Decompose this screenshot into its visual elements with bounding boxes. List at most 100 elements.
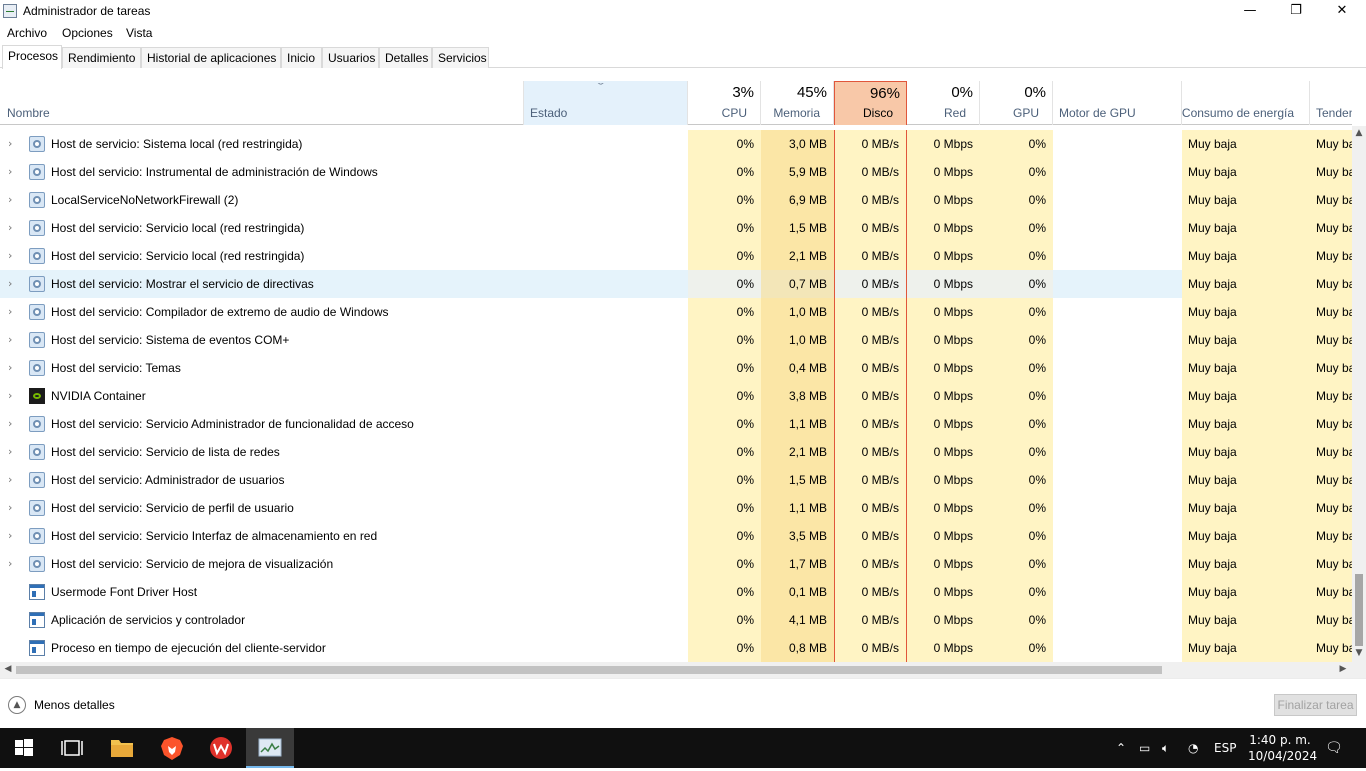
start-button[interactable] [0, 728, 48, 768]
battery-icon[interactable]: ▭ [1139, 728, 1150, 768]
cell-gpu: 0% [980, 382, 1053, 410]
process-name: Host del servicio: Servicio Administrado… [51, 417, 414, 431]
scroll-down-icon[interactable]: ▼ [1352, 648, 1366, 658]
taskbar-brave[interactable] [148, 728, 196, 768]
table-row[interactable]: Usermode Font Driver Host 0% 0,1 MB 0 MB/s 0… [0, 578, 1352, 606]
table-row[interactable]: › Host del servicio: Sistema de eventos C… [0, 326, 1352, 354]
gear-icon [29, 556, 45, 572]
cell-memory: 4,1 MB [761, 606, 834, 634]
input-language[interactable]: ESP [1214, 728, 1236, 768]
expand-chevron-icon[interactable]: › [8, 354, 12, 382]
expand-chevron-icon[interactable]: › [8, 550, 12, 578]
cell-gpu: 0% [980, 550, 1053, 578]
horizontal-scrollbar[interactable]: ◀ ▶ [0, 662, 1366, 678]
menu-opciones[interactable]: Opciones [62, 26, 113, 40]
expand-chevron-icon[interactable]: › [8, 326, 12, 354]
process-name: Host del servicio: Sistema de eventos CO… [51, 333, 290, 347]
header-power-trend[interactable]: Tendenci [1310, 81, 1352, 125]
header-name[interactable]: Nombre [0, 81, 524, 125]
cell-cpu: 0% [688, 298, 761, 326]
expand-chevron-icon[interactable]: › [8, 382, 12, 410]
expand-chevron-icon[interactable]: › [8, 466, 12, 494]
table-row[interactable]: Proceso en tiempo de ejecución del clien… [0, 634, 1352, 662]
expand-chevron-icon[interactable]: › [8, 130, 12, 158]
header-disk[interactable]: 96% Disco [834, 81, 907, 125]
taskbar-wps[interactable] [197, 728, 245, 768]
header-gpu[interactable]: 0% GPU [980, 81, 1053, 125]
taskbar-task-manager[interactable] [246, 728, 294, 768]
tab-servicios[interactable]: Servicios [432, 47, 489, 68]
header-gpu-engine[interactable]: Motor de GPU [1053, 81, 1182, 125]
vertical-scroll-thumb[interactable] [1355, 574, 1363, 646]
menu-archivo[interactable]: Archivo [7, 26, 47, 40]
cell-memory: 1,5 MB [761, 466, 834, 494]
header-memory[interactable]: 45% Memoria [761, 81, 834, 125]
cell-network: 0 Mbps [907, 130, 980, 158]
tab-procesos[interactable]: Procesos [2, 45, 62, 69]
tab-rendimiento[interactable]: Rendimiento [62, 47, 141, 68]
scroll-right-icon[interactable]: ▶ [1336, 664, 1350, 674]
taskbar-file-explorer[interactable] [98, 728, 146, 768]
table-row[interactable]: › Host del servicio: Servicio local (red … [0, 242, 1352, 270]
table-row[interactable]: Aplicación de servicios y controlador 0% 4… [0, 606, 1352, 634]
table-row[interactable]: › Host del servicio: Servicio local (red … [0, 214, 1352, 242]
table-row[interactable]: › Host del servicio: Servicio de perfil d… [0, 494, 1352, 522]
expand-chevron-icon[interactable]: › [8, 298, 12, 326]
table-row[interactable]: › NVIDIA Container 0% 3,8 MB 0 MB/s 0 Mbps 0% M… [0, 382, 1352, 410]
network-wifi-icon[interactable]: ◔ [1188, 728, 1198, 768]
end-task-button[interactable]: Finalizar tarea [1274, 694, 1357, 716]
header-cpu[interactable]: 3% CPU [688, 81, 761, 125]
expand-chevron-icon[interactable]: › [8, 186, 12, 214]
clock[interactable]: 1:40 p. m. 10/04/2024 [1248, 728, 1317, 768]
gear-icon [29, 528, 45, 544]
close-button[interactable]: ✕ [1319, 0, 1365, 22]
minimize-button[interactable]: — [1227, 0, 1273, 22]
table-row[interactable]: › Host del servicio: Administrador de usu… [0, 466, 1352, 494]
table-row[interactable]: › Host del servicio: Mostrar el servicio … [0, 270, 1352, 298]
tab-historial[interactable]: Historial de aplicaciones [141, 47, 281, 68]
table-row[interactable]: › Host del servicio: Servicio Interfaz de… [0, 522, 1352, 550]
table-row[interactable]: › Host del servicio: Compilador de extrem… [0, 298, 1352, 326]
header-power-label: Consumo de energía [1181, 106, 1294, 120]
table-row[interactable]: › Host del servicio: Instrumental de admi… [0, 158, 1352, 186]
show-hidden-icons-icon[interactable]: ⌃ [1116, 728, 1126, 768]
volume-icon[interactable]: 🔈︎ [1162, 728, 1169, 768]
expand-chevron-icon[interactable]: › [8, 270, 12, 298]
task-view-button[interactable] [48, 728, 96, 768]
table-row[interactable]: › Host del servicio: Servicio de lista de… [0, 438, 1352, 466]
expand-chevron-icon[interactable]: › [8, 242, 12, 270]
scroll-up-icon[interactable]: ▲ [1352, 128, 1366, 138]
table-row[interactable]: › Host del servicio: Servicio de mejora d… [0, 550, 1352, 578]
header-power-trend-label: Tendenci [1316, 106, 1352, 120]
vertical-scrollbar[interactable]: ▲ ▼ [1352, 126, 1366, 662]
cell-power: Muy baja [1182, 578, 1310, 606]
table-row[interactable]: › Host del servicio: Temas 0% 0,4 MB 0 MB/s 0… [0, 354, 1352, 382]
horizontal-scroll-thumb[interactable] [16, 666, 1162, 674]
expand-chevron-icon[interactable]: › [8, 438, 12, 466]
cell-gpu: 0% [980, 410, 1053, 438]
cell-disk: 0 MB/s [834, 466, 907, 494]
expand-chevron-icon[interactable]: › [8, 158, 12, 186]
cell-gpu: 0% [980, 326, 1053, 354]
table-row[interactable]: › LocalServiceNoNetworkFirewall (2) 0% 6,9 … [0, 186, 1352, 214]
header-status[interactable]: ˇ Estado [524, 81, 688, 125]
expand-chevron-icon[interactable]: › [8, 214, 12, 242]
scroll-left-icon[interactable]: ◀ [1, 664, 15, 674]
cell-power-trend: Muy baja [1310, 410, 1352, 438]
chevron-up-circle-icon[interactable]: ▲ [8, 696, 26, 714]
cell-disk: 0 MB/s [834, 130, 907, 158]
tab-usuarios[interactable]: Usuarios [322, 47, 379, 68]
table-row[interactable]: › Host de servicio: Sistema local (red re… [0, 130, 1352, 158]
expand-chevron-icon[interactable]: › [8, 494, 12, 522]
expand-chevron-icon[interactable]: › [8, 522, 12, 550]
header-network[interactable]: 0% Red [907, 81, 980, 125]
header-power[interactable]: Consumo de energía [1182, 81, 1310, 125]
tab-inicio[interactable]: Inicio [281, 47, 322, 68]
restore-button[interactable]: ❐ [1273, 0, 1319, 22]
expand-chevron-icon[interactable]: › [8, 410, 12, 438]
less-details-link[interactable]: Menos detalles [34, 698, 115, 712]
table-row[interactable]: › Host del servicio: Servicio Administrad… [0, 410, 1352, 438]
menu-vista[interactable]: Vista [126, 26, 152, 40]
tab-detalles[interactable]: Detalles [379, 47, 432, 68]
notifications-icon[interactable]: 🗨︎ [1325, 728, 1343, 768]
